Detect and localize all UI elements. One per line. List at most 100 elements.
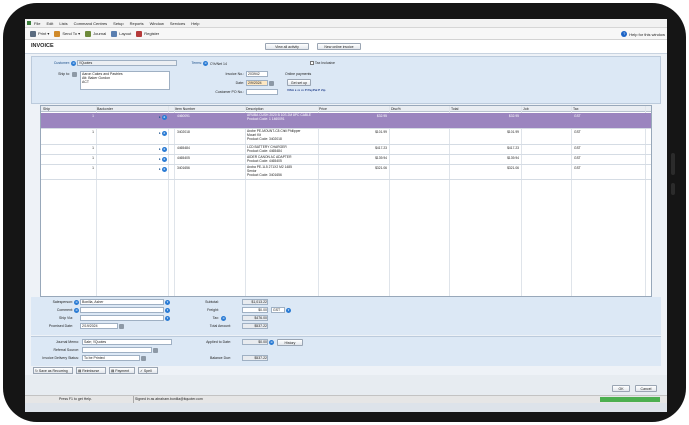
- salesperson-field[interactable]: Bonilla, Asher: [80, 299, 164, 305]
- ship-cell[interactable]: 1: [41, 146, 94, 151]
- item-lookup-icon[interactable]: ▸ ➜: [159, 157, 167, 162]
- comment-arrow-icon[interactable]: ➜: [74, 308, 79, 313]
- comment-lookup-icon[interactable]: ▾: [165, 308, 170, 313]
- col-description[interactable]: Description: [246, 106, 264, 112]
- tax-cell[interactable]: GST: [574, 156, 581, 161]
- total-cell[interactable]: $139.94: [451, 156, 519, 161]
- total-cell[interactable]: $417.23: [451, 146, 519, 151]
- menu-window[interactable]: Window: [150, 21, 164, 26]
- customer-field[interactable]: !!Quotes: [77, 60, 177, 66]
- price-cell[interactable]: $101.99: [319, 130, 387, 135]
- layout-button[interactable]: Layout: [111, 30, 131, 37]
- calendar-icon[interactable]: [119, 324, 124, 329]
- salesperson-lookup-icon[interactable]: ▾: [165, 300, 170, 305]
- menu-command-centres[interactable]: Command Centres: [74, 21, 108, 26]
- view-activity-button[interactable]: View all activity: [265, 43, 309, 50]
- description-cell[interactable]: Arobe PE-MOUNT-C8 Chili Philipper Mount K…: [247, 129, 317, 141]
- menu-file[interactable]: File: [34, 21, 40, 26]
- get-set-up-button[interactable]: Get set up: [287, 79, 311, 86]
- menu-lists[interactable]: Lists: [59, 21, 67, 26]
- col-tax[interactable]: Tax: [573, 106, 578, 112]
- menu-edit[interactable]: Edit: [46, 21, 53, 26]
- menu-help[interactable]: Help: [191, 21, 199, 26]
- table-row[interactable]: 1 ▸ ➜ 3402018 Arobe PE-MOUNT-C8 Chili Phili…: [41, 129, 651, 145]
- referral-source-field[interactable]: [82, 347, 152, 353]
- col-ship[interactable]: Ship: [43, 106, 50, 112]
- price-cell[interactable]: $417.23: [319, 146, 387, 151]
- journal-button[interactable]: Journal: [85, 30, 106, 37]
- freight-tax-field[interactable]: GST: [271, 307, 285, 313]
- col-backorder[interactable]: Backorder: [97, 106, 113, 112]
- register-button[interactable]: Register: [136, 30, 159, 37]
- freight-field[interactable]: $0.00: [242, 307, 268, 313]
- payment-button[interactable]: ▤ Payment: [109, 367, 135, 374]
- new-online-invoice-button[interactable]: New online invoice: [317, 43, 361, 50]
- total-cell[interactable]: $321.06: [451, 166, 519, 171]
- menu-setup[interactable]: Setup: [113, 21, 123, 26]
- price-cell[interactable]: $321.06: [319, 166, 387, 171]
- dropdown-icon[interactable]: [153, 348, 158, 353]
- address-book-icon[interactable]: [72, 72, 77, 77]
- tax-cell[interactable]: GST: [574, 146, 581, 151]
- cancel-button[interactable]: Cancel: [635, 385, 657, 392]
- salesperson-arrow-icon[interactable]: ➜: [74, 300, 79, 305]
- total-cell[interactable]: $101.99: [451, 130, 519, 135]
- promised-date-field[interactable]: 2/19/2024: [80, 323, 118, 329]
- menu-reports[interactable]: Reports: [130, 21, 144, 26]
- col-item-number[interactable]: Item Number: [175, 106, 195, 112]
- item-number-cell[interactable]: 4465484: [177, 146, 190, 151]
- item-lookup-icon[interactable]: ▸ ➜: [159, 167, 167, 172]
- calendar-icon[interactable]: [269, 81, 274, 86]
- ok-button[interactable]: OK: [612, 385, 630, 392]
- customer-po-field[interactable]: [246, 89, 278, 95]
- table-row[interactable]: 1 ▸ ➜ 3401656 Aroba PE-1L5 271X2 M2 1485 Sen…: [41, 165, 651, 180]
- freight-tax-lookup-icon[interactable]: ▾: [286, 308, 291, 313]
- table-row[interactable]: 1 ▸ ➜ 4465405 AIDER CANON AC ADAPTER Product…: [41, 155, 651, 165]
- item-lookup-icon[interactable]: ▸ ➜: [159, 147, 167, 152]
- ship-cell[interactable]: 1: [41, 156, 94, 161]
- item-number-cell[interactable]: 4465405: [177, 156, 190, 161]
- send-to-button[interactable]: Send To ▾: [54, 30, 80, 37]
- table-row[interactable]: 1 ▸ ➜ 4465484 LCD BATTERY CHARGER Product Co…: [41, 145, 651, 155]
- tax-arrow-icon[interactable]: ➜: [221, 316, 226, 321]
- dropdown-icon[interactable]: [141, 356, 146, 361]
- col-job[interactable]: Job: [523, 106, 529, 112]
- applied-arrow-icon[interactable]: ➜: [269, 340, 274, 345]
- item-lookup-icon[interactable]: ▸ ➜: [159, 131, 167, 136]
- invoice-no-field[interactable]: 203942: [246, 71, 268, 77]
- item-number-cell[interactable]: 4460091: [177, 114, 190, 119]
- tax-cell[interactable]: GST: [574, 114, 581, 119]
- comment-field[interactable]: [80, 307, 164, 313]
- print-button[interactable]: Print ▾: [30, 30, 49, 37]
- ship-via-field[interactable]: [80, 315, 164, 321]
- menu-services[interactable]: Services: [170, 21, 185, 26]
- item-lookup-icon[interactable]: ▸ ➜: [159, 115, 167, 120]
- description-cell[interactable]: Aroba PE-1L5 271X2 M2 1485 Senior Product …: [247, 165, 317, 177]
- description-cell[interactable]: LCD BATTERY CHARGER Product Code: 4465484: [247, 145, 317, 154]
- ship-cell[interactable]: 1: [41, 114, 94, 119]
- col-total[interactable]: Total: [451, 106, 458, 112]
- help-button[interactable]: ? Help for this window: [621, 28, 665, 40]
- price-cell[interactable]: $139.94: [319, 156, 387, 161]
- tax-cell[interactable]: GST: [574, 166, 581, 171]
- spell-button[interactable]: ✓ Spell: [138, 367, 158, 374]
- ship-to-field[interactable]: Aaron Cakes and Pastries Att: Baker Gord…: [80, 71, 170, 90]
- date-field[interactable]: 2/9/2024: [246, 80, 268, 86]
- reimburse-button[interactable]: ▤ Reimburse: [76, 367, 106, 374]
- ship-cell[interactable]: 1: [41, 166, 94, 171]
- item-number-cell[interactable]: 3402018: [177, 130, 190, 135]
- tax-cell[interactable]: GST: [574, 130, 581, 135]
- terms-arrow-icon[interactable]: ➜: [203, 61, 208, 66]
- description-cell[interactable]: AIDER CANON AC ADAPTER Product Code: 4465…: [247, 155, 317, 164]
- history-button[interactable]: History: [277, 339, 303, 346]
- total-cell[interactable]: $32.95: [451, 114, 519, 119]
- description-cell[interactable]: ARUBA CUSH 2020 B 10S 2M 8PC CABLE Produc…: [247, 113, 317, 122]
- item-number-cell[interactable]: 3401656: [177, 166, 190, 171]
- customer-arrow-icon[interactable]: ➜: [71, 61, 76, 66]
- save-as-recurring-button[interactable]: ↻ Save as Recurring: [33, 367, 73, 374]
- delivery-status-field[interactable]: To be Printed: [82, 355, 140, 361]
- journal-memo-field[interactable]: Sale; !!Quotes: [82, 339, 172, 345]
- col-price[interactable]: Price: [319, 106, 327, 112]
- ship-via-lookup-icon[interactable]: ▾: [165, 316, 170, 321]
- col-disc[interactable]: Disc%: [391, 106, 401, 112]
